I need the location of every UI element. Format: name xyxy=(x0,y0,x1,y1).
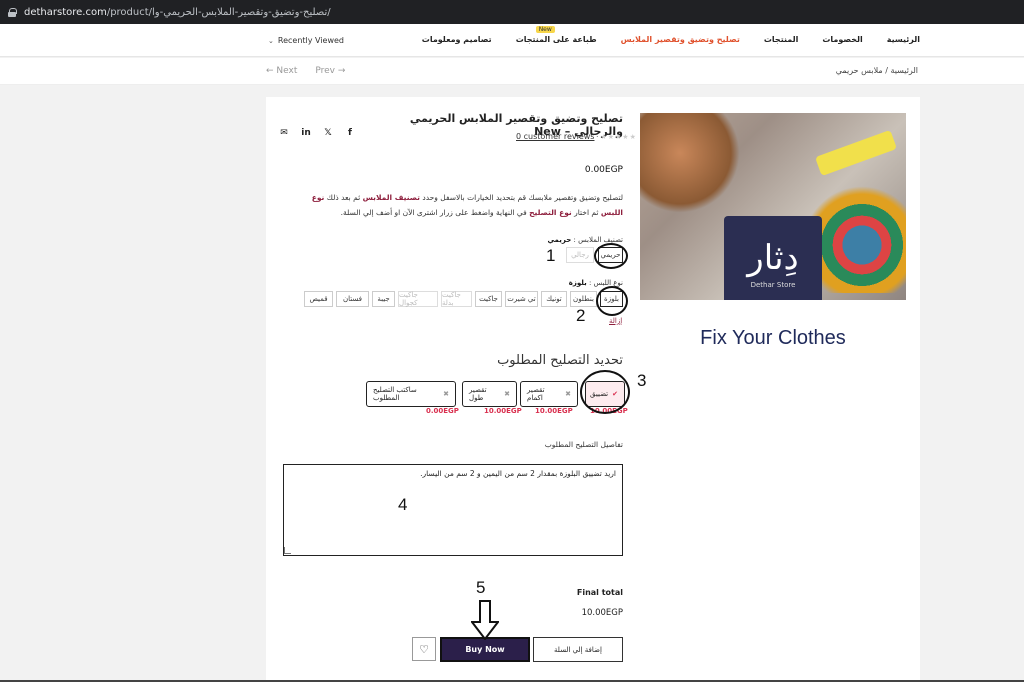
service-sleeves-label: تقصير اكمام xyxy=(527,386,545,402)
email-icon[interactable]: ✉ xyxy=(279,128,289,138)
menu-item-repair[interactable]: تصليح وتضيق وتقصير الملابس xyxy=(621,35,740,44)
menu-item-products[interactable]: المنتجات xyxy=(764,35,798,44)
service-price-custom: 0.00EGP xyxy=(426,407,459,415)
annotation-number-2: 2 xyxy=(576,306,586,325)
address-bar[interactable]: detharstore.com /product/تصليح-وتضيق-وتق… xyxy=(0,0,1024,24)
annotation-number-3: 3 xyxy=(637,371,647,390)
twitter-icon[interactable]: 𝕏 xyxy=(323,128,333,138)
repair-details-label: تفاصيل التصليح المطلوب xyxy=(544,440,623,449)
desc-text-3: ثم اختار xyxy=(571,208,601,217)
linkedin-icon[interactable]: in xyxy=(301,128,311,138)
type-option-jacket[interactable]: جاكيت xyxy=(475,291,502,307)
add-to-cart-button[interactable]: إضافة إلي السلة xyxy=(533,637,623,662)
final-total-label: Final total xyxy=(576,588,623,597)
new-badge: New xyxy=(535,26,555,33)
brand-logo-english: Dethar Store xyxy=(750,281,796,289)
buy-now-button[interactable]: Buy Now xyxy=(440,637,530,662)
facebook-icon[interactable]: f xyxy=(345,128,355,138)
annotation-circle-2 xyxy=(596,286,628,316)
chevron-down-icon: ⌄ xyxy=(268,36,274,45)
arrow-down-icon xyxy=(471,600,499,640)
close-icon: ✖ xyxy=(504,390,510,398)
heart-icon: ♡ xyxy=(419,642,429,656)
repair-details-textarea[interactable] xyxy=(283,464,623,556)
service-price-length: 10.00EGP xyxy=(484,407,522,415)
type-selected-value: بلوزة xyxy=(568,279,587,287)
annotation-circle-3 xyxy=(580,370,630,414)
desc-highlight-3: نوع التصليح xyxy=(529,208,572,217)
annotation-number-5: 5 xyxy=(476,578,486,597)
reviews: 0 customer reviews ★★★★★ xyxy=(516,132,637,141)
product-image[interactable]: دِثار Dethar Store xyxy=(640,113,906,300)
menu-item-printing[interactable]: طباعة على المنتجات New xyxy=(515,26,597,44)
type-option-skirt[interactable]: جيبة xyxy=(372,291,395,307)
type-option-dress[interactable]: فستان xyxy=(336,291,369,307)
service-option-custom[interactable]: ساكتب التصليح المطلوب ✖ xyxy=(366,381,456,407)
product-subnav: ← Next Prev → الرئيسية / ملابس حريمي xyxy=(0,58,1024,85)
type-option-casual-jacket[interactable]: جاكيت كجوال xyxy=(398,291,438,307)
product-description: لتصليح وتضيق وتقصير ملابسك قم بتحديد الخ… xyxy=(290,190,623,220)
image-caption: Fix Your Clothes xyxy=(700,327,846,349)
menu-item-designs[interactable]: تصاميم ومعلومات xyxy=(422,35,492,44)
share-icons: ✉ in 𝕏 f xyxy=(279,128,355,138)
repair-section-title: تحديد التصليح المطلوب xyxy=(497,353,623,368)
close-icon: ✖ xyxy=(443,390,449,398)
desc-text-4: في النهاية واضغط على زرار اشترى الآن او … xyxy=(340,208,530,217)
desc-text-1: لتصليح وتضيق وتقصير ملابسك قم بتحديد الخ… xyxy=(419,193,623,202)
resize-handle-icon[interactable] xyxy=(284,547,291,554)
annotation-number-1: 1 xyxy=(546,246,556,265)
service-price-sleeves: 10.00EGP xyxy=(535,407,573,415)
desc-highlight-1: تصنيف الملابس xyxy=(362,193,420,202)
lock-icon xyxy=(8,7,17,17)
type-option-pants[interactable]: بنطلون xyxy=(570,291,597,307)
type-option-tunic[interactable]: تونيك xyxy=(541,291,567,307)
wishlist-button[interactable]: ♡ xyxy=(412,637,436,661)
brand-logo: دِثار Dethar Store xyxy=(724,216,822,300)
service-length-label: تقصير طول xyxy=(469,386,487,402)
next-link[interactable]: ← Next xyxy=(266,66,297,76)
category-option-male[interactable]: رجالي xyxy=(566,247,594,263)
top-navigation: ⌄ Recently Viewed تصاميم ومعلومات طباعة … xyxy=(0,24,1024,57)
breadcrumb[interactable]: الرئيسية / ملابس حريمي xyxy=(836,66,918,75)
final-total-value: 10.00EGP xyxy=(581,608,623,618)
sewing-basket-graphic xyxy=(640,113,740,213)
service-custom-label: ساكتب التصليح المطلوب xyxy=(373,386,417,402)
annotation-circle-1 xyxy=(594,243,628,269)
category-selected-value: حريمي xyxy=(547,236,572,244)
product-price: 0.00EGP xyxy=(584,165,623,175)
menu-item-home[interactable]: الرئيسية xyxy=(887,35,920,44)
measuring-tape-graphic xyxy=(814,129,898,177)
menu-item-discounts[interactable]: الخصومات xyxy=(822,35,862,44)
clear-selection-link[interactable]: إزالة xyxy=(609,317,622,325)
type-option-tshirt[interactable]: تي شيرت xyxy=(505,291,538,307)
menu-item-printing-label: طباعة على المنتجات xyxy=(515,35,597,44)
url-path: /product/تصليح-وتضيق-وتقصير-الملابس-الحر… xyxy=(106,6,331,18)
url-domain: detharstore.com xyxy=(24,6,107,18)
recently-viewed-label: Recently Viewed xyxy=(277,36,345,45)
star-rating: ★★★★★ xyxy=(600,132,637,141)
annotation-number-4: 4 xyxy=(398,495,408,514)
desc-text-2: ثم بعد ذلك xyxy=(324,193,363,202)
main-menu: تصاميم ومعلومات طباعة على المنتجات New ت… xyxy=(422,26,920,44)
service-option-sleeves[interactable]: تقصير اكمام ✖ xyxy=(520,381,578,407)
type-option-shirt[interactable]: قميص xyxy=(304,291,333,307)
service-option-length[interactable]: تقصير طول ✖ xyxy=(462,381,517,407)
close-icon: ✖ xyxy=(565,390,571,398)
type-option-suit-jacket[interactable]: جاكيت بدلة xyxy=(441,291,472,307)
recently-viewed-dropdown[interactable]: ⌄ Recently Viewed xyxy=(268,36,344,45)
prev-link[interactable]: Prev → xyxy=(315,66,345,76)
brand-logo-arabic: دِثار xyxy=(747,238,799,278)
reviews-link[interactable]: 0 customer reviews xyxy=(516,132,594,141)
